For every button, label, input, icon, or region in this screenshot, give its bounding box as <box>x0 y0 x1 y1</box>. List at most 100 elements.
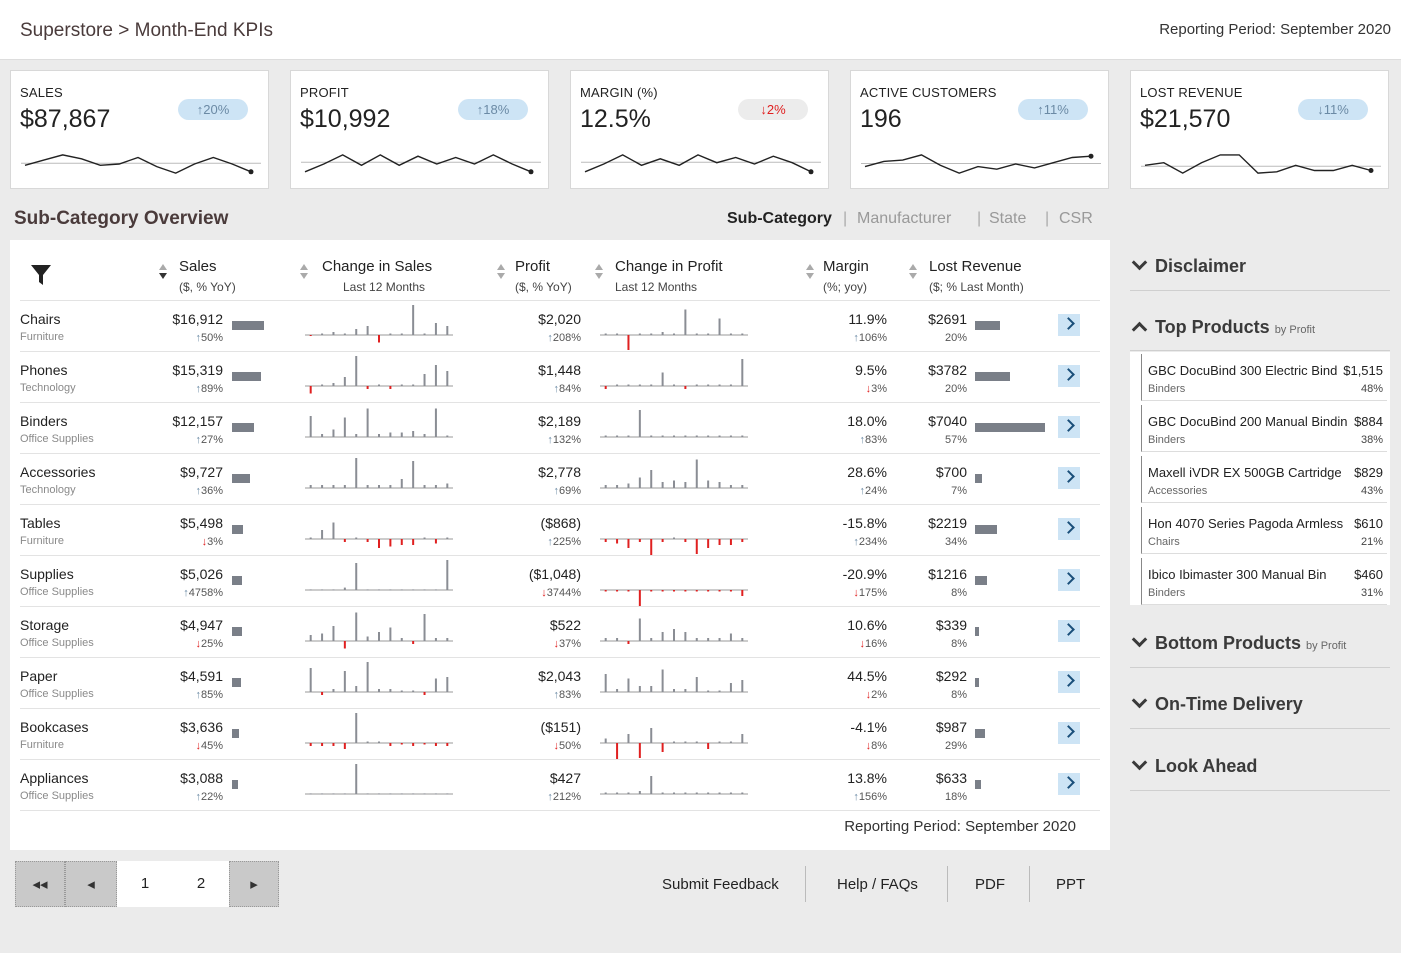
sub-category-name: Supplies <box>20 566 74 582</box>
table-row[interactable]: Paper Office Supplies $4,591 ↑85% $2,043 ↑83%… <box>20 657 1100 708</box>
tab-sub-category[interactable]: Sub-Category <box>727 210 832 228</box>
look-ahead-toggle[interactable]: Look Ahead <box>1131 754 1257 777</box>
kpi-card[interactable]: LOST REVENUE $21,570 ↓11% <box>1130 70 1389 189</box>
table-row[interactable]: Supplies Office Supplies $5,026 ↑4758% ($1,0… <box>20 555 1100 606</box>
bottom-products-toggle[interactable]: Bottom Products by Profit <box>1131 631 1346 654</box>
table-row[interactable]: Binders Office Supplies $12,157 ↑27% $2,189 ↑… <box>20 402 1100 453</box>
sparkbar <box>695 435 698 437</box>
kpi-card[interactable]: MARGIN (%) 12.5% ↓2% <box>570 70 829 189</box>
chevron-down-icon <box>1131 631 1148 648</box>
kpi-change-badge: ↑18% <box>458 99 528 120</box>
tab-state[interactable]: State <box>989 210 1026 228</box>
kpi-sparkline <box>1141 154 1381 174</box>
chevron-right-icon[interactable] <box>1058 467 1080 489</box>
chevron-right-icon[interactable] <box>1058 416 1080 438</box>
chevron-right-icon[interactable] <box>1058 518 1080 540</box>
kpi-change-value: 2% <box>766 102 786 117</box>
sparkbar <box>684 539 687 542</box>
sparkbar <box>695 539 698 554</box>
product-item[interactable]: Ibico Ibimaster 300 Manual Bin $460 Binder… <box>1141 558 1387 605</box>
table-row[interactable]: Accessories Technology $9,727 ↑36% $2,778 ↑69… <box>20 453 1100 504</box>
sub-category-name: Phones <box>20 362 68 378</box>
sparkbar <box>434 539 437 544</box>
sparkbar <box>378 741 380 743</box>
pdf-link[interactable]: PDF <box>975 876 1005 893</box>
sparkbar <box>718 792 721 794</box>
prev-page-button[interactable]: ◂ <box>65 861 117 907</box>
sales-value: $3,636 <box>180 719 223 735</box>
profit-value: $2,020 <box>538 311 581 327</box>
next-page-button[interactable]: ▸ <box>229 861 279 907</box>
sparkbar <box>423 374 426 386</box>
product-item[interactable]: Hon 4070 Series Pagoda Armless $610 Chairs… <box>1141 507 1387 554</box>
sparkline-line <box>584 154 812 173</box>
category-name: Office Supplies <box>20 790 94 802</box>
kpi-change-badge: ↑20% <box>178 99 248 120</box>
table-row[interactable]: Phones Technology $15,319 ↑89% $1,448 ↑84% 9.5… <box>20 351 1100 402</box>
sort-lost-revenue-icon[interactable] <box>908 264 918 284</box>
kpi-card[interactable]: PROFIT $10,992 ↑18% <box>290 70 549 189</box>
sort-profit-icon[interactable] <box>496 264 506 284</box>
profit-value: ($1,048) <box>528 566 581 582</box>
sparkbar <box>366 741 369 743</box>
page-1-button[interactable]: 1 <box>117 861 173 907</box>
sort-change-profit-icon[interactable] <box>594 264 604 284</box>
table-row[interactable]: Bookcases Furniture $3,636 ↓45% ($151) ↓50% -4… <box>20 708 1100 759</box>
chevron-right-icon[interactable] <box>1058 314 1080 336</box>
on-time-delivery-toggle[interactable]: On-Time Delivery <box>1131 692 1303 715</box>
sparkbar <box>355 537 358 539</box>
filter-icon[interactable] <box>30 264 52 286</box>
page-2-button[interactable]: 2 <box>173 861 229 907</box>
product-item[interactable]: GBC DocuBind 200 Manual Bindin $884 Binder… <box>1141 405 1387 452</box>
sparkbar <box>616 384 619 386</box>
tab-csr[interactable]: CSR <box>1059 210 1093 228</box>
margin-pct: ↓8% <box>807 740 887 752</box>
top-products-toggle[interactable]: Top Products by Profit <box>1131 317 1315 338</box>
lost-revenue-value: $987 <box>935 719 967 735</box>
category-name: Office Supplies <box>20 688 94 700</box>
col-margin-sub: (%; yoy) <box>823 280 868 294</box>
sparkbar <box>650 728 653 743</box>
lost-revenue-value: $339 <box>935 617 967 633</box>
product-pct: 38% <box>1360 434 1383 446</box>
table-row[interactable]: Appliances Office Supplies $3,088 ↑22% $427 ↑… <box>20 759 1100 810</box>
sales-pct-value: 22% <box>200 791 223 803</box>
sparkbar <box>412 641 415 644</box>
breadcrumb-root[interactable]: Superstore <box>20 20 113 41</box>
chevron-right-icon[interactable] <box>1058 773 1080 795</box>
sort-change-sales-icon[interactable] <box>299 264 309 284</box>
chevron-right-icon[interactable] <box>1058 620 1080 642</box>
tab-manufacturer[interactable]: Manufacturer <box>857 210 951 228</box>
profit-sparkbars <box>600 669 748 693</box>
kpi-change-badge: ↑11% <box>1018 99 1088 120</box>
ppt-link[interactable]: PPT <box>1056 876 1085 893</box>
chevron-right-icon[interactable] <box>1058 722 1080 744</box>
chevron-right-icon[interactable] <box>1058 569 1080 591</box>
chevron-right-icon[interactable] <box>1058 671 1080 693</box>
disclaimer-toggle[interactable]: Disclaimer <box>1131 254 1246 277</box>
sparkbar <box>616 638 619 641</box>
sparkbar <box>616 792 619 794</box>
kpi-card[interactable]: ACTIVE CUSTOMERS 196 ↑11% <box>850 70 1109 189</box>
kpi-card[interactable]: SALES $87,867 ↑20% <box>10 70 269 189</box>
col-sales-sub: ($, % YoY) <box>179 280 236 294</box>
first-page-button[interactable]: ◂◂ <box>15 861 65 907</box>
sort-sales-icon[interactable] <box>158 264 168 284</box>
sparkbar <box>412 431 415 437</box>
product-item[interactable]: GBC DocuBind 300 Electric Bind $1,515 Bind… <box>1141 354 1387 401</box>
table-row[interactable]: Storage Office Supplies $4,947 ↓25% $522 ↓37%… <box>20 606 1100 657</box>
lost-revenue-bar <box>975 321 1000 330</box>
sparkbar <box>366 793 369 795</box>
sparkbar <box>321 633 324 641</box>
submit-feedback-link[interactable]: Submit Feedback <box>662 876 779 893</box>
chevron-right-icon[interactable] <box>1058 365 1080 387</box>
sparkbar <box>661 372 664 386</box>
margin-pct-value: 83% <box>864 434 887 446</box>
profit-value: $2,189 <box>538 413 581 429</box>
margin-value: 11.9% <box>848 311 887 327</box>
help-faqs-link[interactable]: Help / FAQs <box>837 876 918 893</box>
table-row[interactable]: Tables Furniture $5,498 ↓3% ($868) ↑225% -15.8… <box>20 504 1100 555</box>
sort-margin-icon[interactable] <box>805 264 815 284</box>
product-item[interactable]: Maxell iVDR EX 500GB Cartridge $829 Access… <box>1141 456 1387 503</box>
table-row[interactable]: Chairs Furniture $16,912 ↑50% $2,020 ↑208% 11.… <box>20 300 1100 351</box>
